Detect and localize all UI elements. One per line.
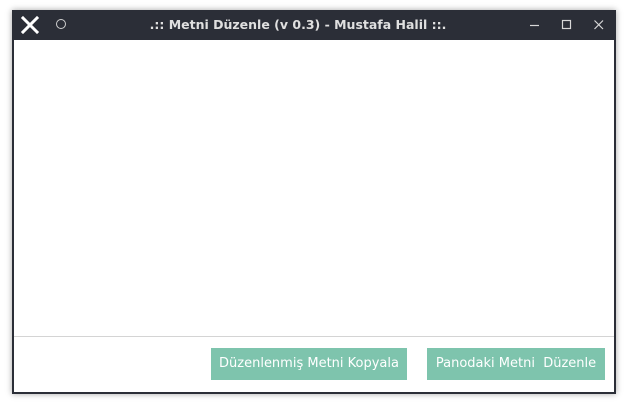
title-bar[interactable]: .:: Metni Düzenle (v 0.3) - Mustafa Hali… xyxy=(12,10,616,40)
content-area: Düzenlenmiş Metni Kopyala Panodaki Metni… xyxy=(14,40,614,392)
copy-edited-text-button[interactable]: Düzenlenmiş Metni Kopyala xyxy=(211,348,407,380)
x-logo-icon[interactable] xyxy=(20,15,40,35)
maximize-icon[interactable] xyxy=(558,16,576,34)
minimize-icon[interactable] xyxy=(526,16,544,34)
app-window: .:: Metni Düzenle (v 0.3) - Mustafa Hali… xyxy=(12,10,616,394)
window-title: .:: Metni Düzenle (v 0.3) - Mustafa Hali… xyxy=(149,17,447,32)
circle-icon[interactable] xyxy=(56,19,66,29)
edit-clipboard-text-button[interactable]: Panodaki Metni Düzenle xyxy=(427,348,605,380)
text-editor[interactable] xyxy=(14,40,614,336)
close-icon[interactable] xyxy=(590,16,608,34)
divider xyxy=(14,336,614,337)
